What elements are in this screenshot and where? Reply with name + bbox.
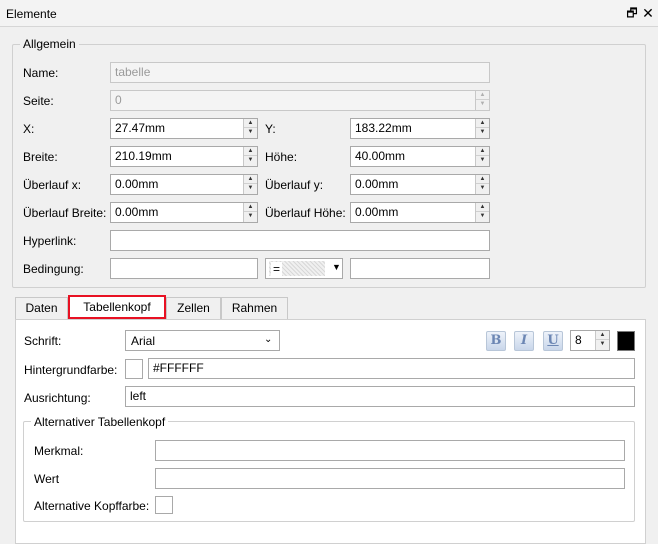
bedingung-right-field[interactable] (350, 258, 490, 279)
bold-button[interactable]: B (486, 331, 506, 351)
x-spinner[interactable]: ▲ ▼ (243, 119, 257, 138)
breite-field[interactable]: 210.19mm (110, 146, 258, 167)
spin-down-icon[interactable]: ▼ (476, 100, 489, 109)
tab-tabellenkopf[interactable]: Tabellenkopf (68, 295, 166, 319)
alt-kopffarbe-label: Alternative Kopffarbe: (34, 499, 150, 513)
hyperlink-field[interactable] (110, 230, 490, 251)
ausrichtung-label: Ausrichtung: (24, 391, 91, 405)
breite-label: Breite: (23, 150, 58, 164)
bedingung-operator-value: = (271, 262, 283, 276)
spin-down-icon[interactable]: ▼ (244, 184, 257, 193)
bedingung-operator-select[interactable]: = ▼ (265, 258, 343, 279)
panel-title: Elemente (6, 7, 57, 21)
seite-label: Seite: (23, 94, 54, 108)
underline-button[interactable]: U (543, 331, 563, 351)
spin-down-icon[interactable]: ▼ (476, 128, 489, 137)
seite-spinner[interactable]: ▲ ▼ (475, 91, 489, 110)
wert-field[interactable] (155, 468, 625, 489)
tab-daten[interactable]: Daten (15, 297, 68, 319)
spin-down-icon[interactable]: ▼ (476, 156, 489, 165)
chevron-down-icon: ⌄ (264, 334, 273, 345)
hoehe-label: Höhe: (265, 150, 298, 164)
spin-up-icon[interactable]: ▲ (476, 119, 489, 128)
font-color-swatch[interactable] (617, 331, 635, 351)
chevron-down-icon: ▼ (332, 262, 341, 272)
bedingung-label: Bedingung: (23, 262, 84, 276)
ueberlauf-x-field[interactable]: 0.00mm (110, 174, 258, 195)
name-field[interactable]: tabelle (110, 62, 490, 83)
spin-up-icon[interactable]: ▲ (244, 175, 257, 184)
bedingung-left-field[interactable] (110, 258, 258, 279)
seite-value: 0 (115, 93, 122, 107)
spin-up-icon[interactable]: ▲ (476, 91, 489, 100)
ueberlauf-hoehe-field[interactable]: 0.00mm (350, 202, 490, 223)
allgemein-legend: Allgemein (20, 37, 79, 51)
spin-up-icon[interactable]: ▲ (244, 203, 257, 212)
spin-down-icon[interactable]: ▼ (244, 212, 257, 221)
ueberlauf-breite-label: Überlauf Breite: (23, 206, 107, 220)
x-label: X: (23, 122, 35, 136)
tab-zellen[interactable]: Zellen (166, 297, 221, 319)
ausrichtung-field[interactable]: left (125, 386, 635, 407)
wert-label: Wert (34, 472, 60, 486)
alt-tabellenkopf-legend: Alternativer Tabellenkopf (31, 415, 169, 429)
y-spinner[interactable]: ▲ ▼ (475, 119, 489, 138)
close-icon[interactable]: ✕ (641, 6, 655, 20)
ueberlauf-x-spinner[interactable]: ▲ ▼ (243, 175, 257, 194)
x-field[interactable]: 27.47mm (110, 118, 258, 139)
spin-down-icon[interactable]: ▼ (244, 156, 257, 165)
spin-down-icon[interactable]: ▼ (476, 184, 489, 193)
ueberlauf-y-spinner[interactable]: ▲ ▼ (475, 175, 489, 194)
hoehe-field[interactable]: 40.00mm (350, 146, 490, 167)
spin-down-icon[interactable]: ▼ (244, 128, 257, 137)
spin-up-icon[interactable]: ▲ (244, 119, 257, 128)
breite-spinner[interactable]: ▲ ▼ (243, 147, 257, 166)
ueberlauf-breite-spinner[interactable]: ▲ ▼ (243, 203, 257, 222)
schrift-label: Schrift: (24, 334, 62, 348)
tab-rahmen[interactable]: Rahmen (221, 297, 288, 319)
hyperlink-label: Hyperlink: (23, 234, 77, 248)
spin-up-icon[interactable]: ▲ (596, 331, 609, 340)
ueberlauf-y-label: Überlauf y: (265, 178, 324, 192)
ueberlauf-hoehe-label: Überlauf Höhe: (265, 206, 346, 220)
name-label: Name: (23, 66, 59, 80)
spin-up-icon[interactable]: ▲ (476, 175, 489, 184)
spin-down-icon[interactable]: ▼ (596, 340, 609, 349)
panel-titlebar: Elemente 🗗 ✕ (0, 0, 658, 27)
font-size-spinner[interactable]: ▲ ▼ (595, 331, 609, 350)
merkmal-label: Merkmal: (34, 444, 84, 458)
y-field[interactable]: 183.22mm (350, 118, 490, 139)
spin-down-icon[interactable]: ▼ (476, 212, 489, 221)
schrift-select[interactable]: Arial ⌄ (125, 330, 280, 351)
merkmal-field[interactable] (155, 440, 625, 461)
hintergrund-field[interactable]: #FFFFFF (148, 358, 635, 379)
spin-up-icon[interactable]: ▲ (244, 147, 257, 156)
schrift-value: Arial (131, 334, 156, 348)
background-color-swatch[interactable] (125, 359, 143, 379)
hintergrund-label: Hintergrundfarbe: (24, 363, 118, 377)
hoehe-spinner[interactable]: ▲ ▼ (475, 147, 489, 166)
ueberlauf-breite-field[interactable]: 0.00mm (110, 202, 258, 223)
spin-up-icon[interactable]: ▲ (476, 203, 489, 212)
spin-up-icon[interactable]: ▲ (476, 147, 489, 156)
ueberlauf-hoehe-spinner[interactable]: ▲ ▼ (475, 203, 489, 222)
ueberlauf-y-field[interactable]: 0.00mm (350, 174, 490, 195)
italic-button[interactable]: I (514, 331, 534, 351)
alt-kopffarbe-swatch[interactable] (155, 496, 173, 514)
seite-field[interactable]: 0 (110, 90, 490, 111)
ueberlauf-x-label: Überlauf x: (23, 178, 82, 192)
restore-window-icon[interactable]: 🗗 (625, 6, 639, 20)
y-label: Y: (265, 122, 276, 136)
